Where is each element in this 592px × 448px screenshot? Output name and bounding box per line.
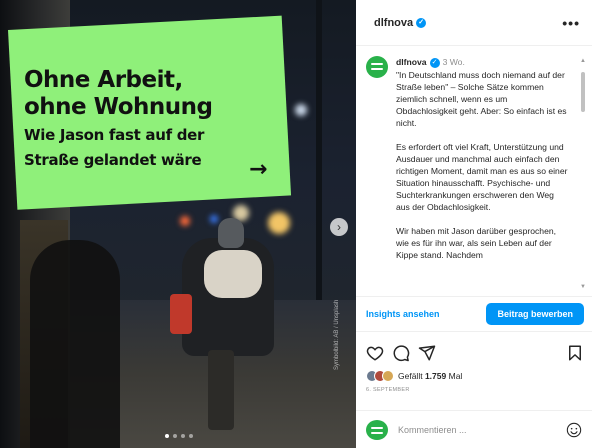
backpack [204,250,262,298]
street-pole [316,0,322,300]
liker-avatar [382,370,394,382]
caption-scrollbar[interactable]: ▲ ▼ [580,58,586,290]
emoji-icon[interactable] [566,422,582,438]
carousel-dot [181,434,185,438]
caption-paragraph: "In Deutschland muss doch niemand auf de… [396,70,567,128]
commenter-avatar [366,419,388,440]
share-icon[interactable] [418,344,436,362]
street-light [210,215,218,223]
engagement-icons [366,344,584,364]
likes-prefix: Gefällt [398,371,423,381]
street-light [180,216,190,226]
header-username[interactable]: dlfnova [374,17,413,29]
likes-text: Gefällt 1.759 Mal [398,371,462,381]
photo-credit: Symbolbild: AB / Unsplash [334,299,340,370]
caption: dlfnova ✓ 3 Wo. "In Deutschland muss doch … [356,46,592,290]
verified-icon: ✓ [429,57,440,68]
street-light [295,104,307,116]
comment-icon[interactable] [392,344,410,362]
more-options-icon[interactable]: ••• [562,15,580,31]
carousel-indicator [165,434,193,438]
subline-line-1: Wie Jason fast auf der [24,126,205,144]
street-light [268,212,290,234]
likes-count: 1.759 [424,371,447,381]
post-actions-bar: Insights ansehen Beitrag bewerben [356,296,592,332]
post-image[interactable]: Ohne Arbeit, ohne Wohnung Wie Jason fast… [0,0,356,448]
likes-summary[interactable]: Gefällt 1.759 Mal [366,370,462,382]
comment-bar: Kommentieren ... [356,410,592,448]
caption-paragraph: Wir haben mit Jason darüber gesprochen, … [396,226,557,260]
headline-line-1: Ohne Arbeit, [24,67,183,93]
caption-username[interactable]: dlfnova [396,57,427,67]
red-bag [170,294,192,334]
post-date: 6. SEPTEMBER [366,387,410,393]
caption-paragraph: Es erfordert oft viel Kraft, Unterstützu… [396,142,568,212]
heart-icon[interactable] [366,344,384,362]
scrollbar-thumb[interactable] [581,72,585,112]
bookmark-icon[interactable] [566,344,584,362]
carousel-dot [189,434,193,438]
foreground-figure [30,240,120,448]
person-legs [208,350,234,430]
scroll-up-icon[interactable]: ▲ [580,58,586,64]
scroll-down-icon[interactable]: ▼ [580,284,586,290]
caption-body: dlfnova ✓ 3 Wo. "In Deutschland muss doch … [396,56,568,290]
comment-input[interactable]: Kommentieren ... [398,425,467,435]
headline-line-2: ohne Wohnung [24,94,213,120]
insights-link[interactable]: Insights ansehen [366,309,440,319]
headline: Ohne Arbeit, ohne Wohnung Wie Jason fast… [24,67,294,171]
caption-time: 3 Wo. [442,57,465,67]
arrow-right-icon: → [249,157,268,182]
verified-icon: ✓ [416,17,427,28]
carousel-dot [165,434,169,438]
person-head [218,218,244,248]
post-header: dlfnova ✓ ••• [356,0,592,46]
avatar[interactable] [366,56,388,78]
carousel-dot [173,434,177,438]
next-slide-button[interactable]: › [330,218,348,236]
post-sidebar: dlfnova ✓ ••• dlfnova ✓ 3 Wo. "In Deutschl… [356,0,592,448]
likes-suffix: Mal [448,371,463,381]
promote-button[interactable]: Beitrag bewerben [486,303,584,325]
